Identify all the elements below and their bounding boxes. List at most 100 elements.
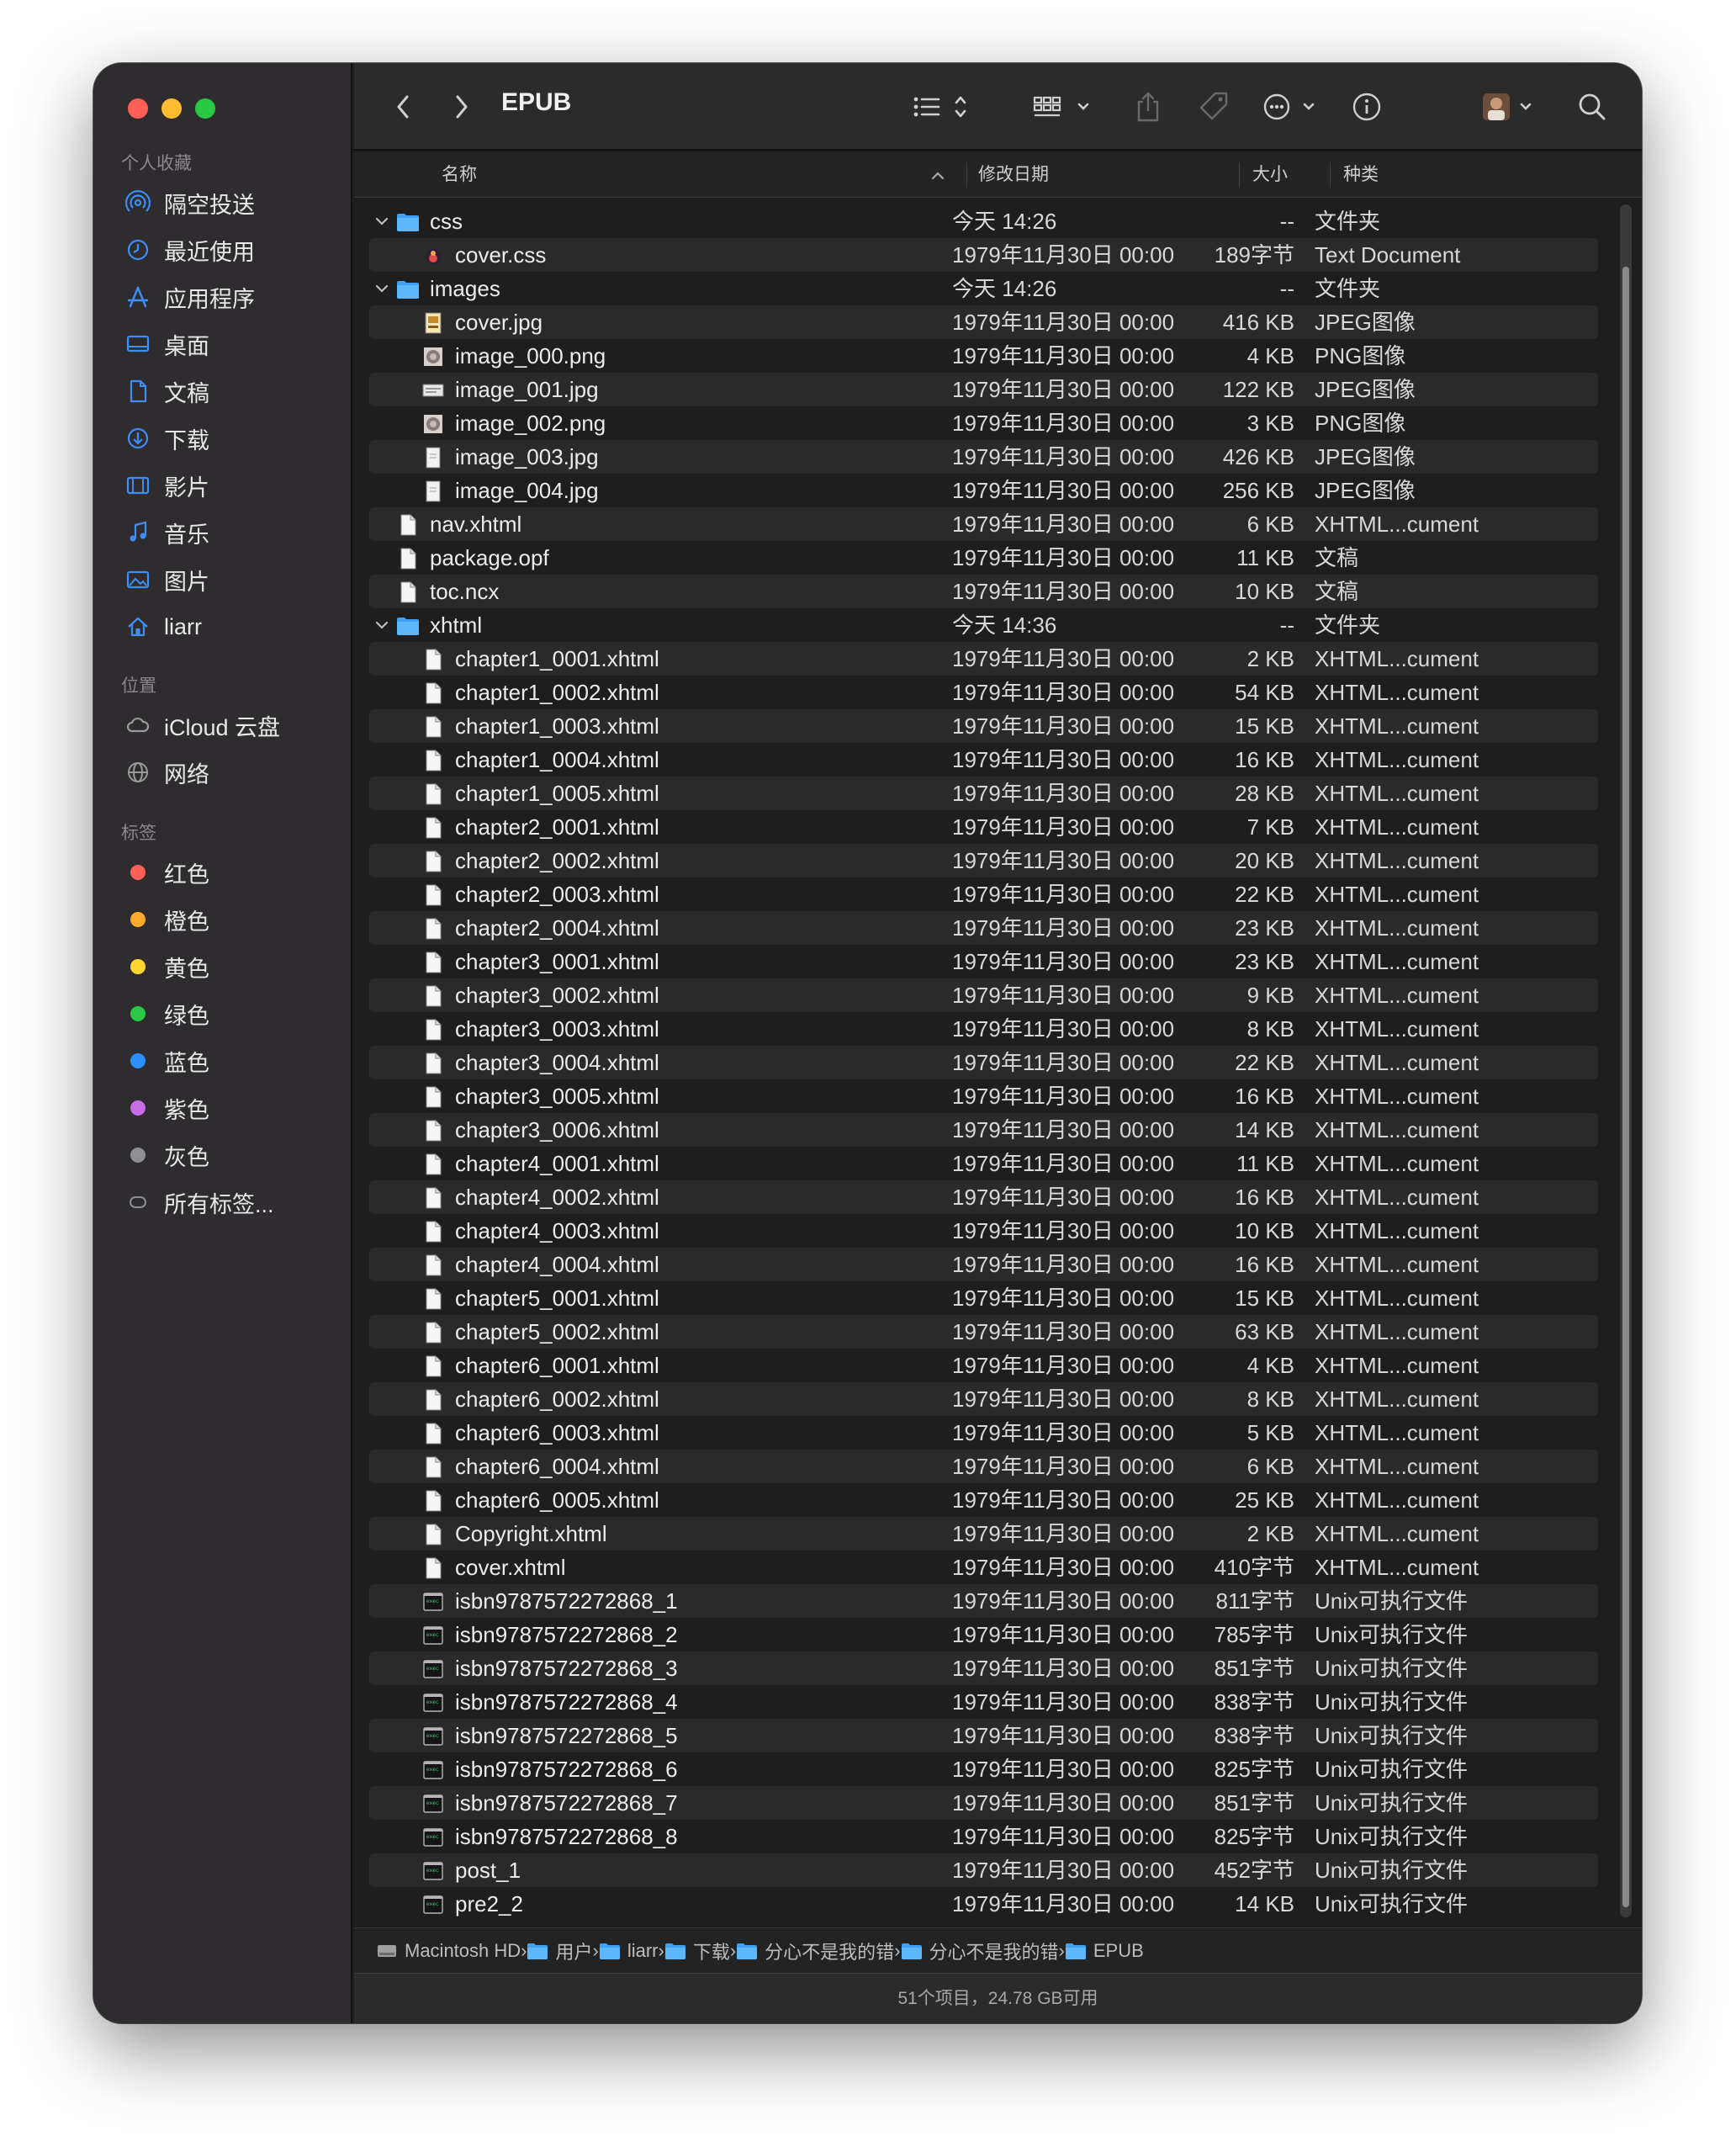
sidebar-item-tags-3[interactable]: 绿色 [93, 990, 351, 1037]
file-row[interactable]: package.opf 1979年11月30日 00:00 11 KB 文稿 [369, 541, 1598, 575]
file-row[interactable]: exec post_1 1979年11月30日 00:00 452字节 Unix可执行文… [369, 1853, 1598, 1887]
file-row[interactable]: exec isbn9787572272868_6 1979年11月30日 00:00… [369, 1752, 1598, 1786]
close-button[interactable] [128, 98, 148, 119]
file-row[interactable]: chapter5_0002.xhtml 1979年11月30日 00:00 63 K… [369, 1315, 1598, 1349]
column-divider[interactable] [1330, 162, 1331, 188]
file-row[interactable]: chapter2_0001.xhtml 1979年11月30日 00:00 7 KB… [369, 810, 1598, 844]
sidebar-item-tags-1[interactable]: 橙色 [93, 896, 351, 943]
file-row[interactable]: cover.jpg 1979年11月30日 00:00 416 KB JPEG图像 [369, 305, 1598, 339]
sidebar-item-tags-4[interactable]: 蓝色 [93, 1037, 351, 1084]
back-button[interactable] [386, 86, 420, 128]
file-row[interactable]: image_003.jpg 1979年11月30日 00:00 426 KB JPEG… [369, 440, 1598, 474]
sidebar-item-favorites-7[interactable]: 音乐 [93, 509, 351, 556]
file-row[interactable]: chapter5_0001.xhtml 1979年11月30日 00:00 15 K… [369, 1281, 1598, 1315]
disclosure-chevron-icon[interactable] [373, 204, 391, 238]
file-row[interactable]: image_002.png 1979年11月30日 00:00 3 KB PNG图像 [369, 406, 1598, 440]
file-row[interactable]: exec isbn9787572272868_4 1979年11月30日 00:00… [369, 1685, 1598, 1719]
disclosure-chevron-icon[interactable] [373, 272, 391, 305]
file-row[interactable]: chapter6_0005.xhtml 1979年11月30日 00:00 25 K… [369, 1483, 1598, 1517]
sidebar-item-tags-0[interactable]: 红色 [93, 849, 351, 896]
path-crumb[interactable]: 分心不是我的错 [901, 1938, 1059, 1964]
file-row[interactable]: cover.css 1979年11月30日 00:00 189字节 Text Docu… [369, 238, 1598, 272]
file-row[interactable]: cover.xhtml 1979年11月30日 00:00 410字节 XHTML..… [369, 1551, 1598, 1584]
column-date[interactable]: 修改日期 [978, 152, 1049, 198]
tag-button[interactable] [1195, 86, 1232, 128]
file-row[interactable]: exec isbn9787572272868_7 1979年11月30日 00:00… [369, 1786, 1598, 1820]
file-row[interactable]: exec pre2_2 1979年11月30日 00:00 14 KB Unix可执行文… [369, 1887, 1598, 1921]
file-row[interactable]: chapter2_0002.xhtml 1979年11月30日 00:00 20 K… [369, 844, 1598, 877]
sidebar-item-favorites-9[interactable]: liarr [93, 603, 351, 650]
sidebar-item-favorites-4[interactable]: 文稿 [93, 368, 351, 415]
sidebar-item-favorites-2[interactable]: 应用程序 [93, 273, 351, 321]
file-row[interactable]: chapter6_0002.xhtml 1979年11月30日 00:00 8 KB… [369, 1382, 1598, 1416]
file-row[interactable]: chapter6_0004.xhtml 1979年11月30日 00:00 6 KB… [369, 1450, 1598, 1483]
file-row[interactable]: toc.ncx 1979年11月30日 00:00 10 KB 文稿 [369, 575, 1598, 608]
folder-row[interactable]: css 今天 14:26 -- 文件夹 [369, 204, 1598, 238]
sidebar-item-favorites-0[interactable]: 隔空投送 [93, 179, 351, 226]
file-row[interactable]: nav.xhtml 1979年11月30日 00:00 6 KB XHTML...cu… [369, 507, 1598, 541]
file-row[interactable]: image_004.jpg 1979年11月30日 00:00 256 KB JPEG… [369, 474, 1598, 507]
file-row[interactable]: chapter4_0002.xhtml 1979年11月30日 00:00 16 K… [369, 1180, 1598, 1214]
action-button[interactable] [1262, 86, 1325, 128]
scroll-thumb[interactable] [1622, 267, 1629, 1907]
sidebar-item-locations-0[interactable]: iCloud 云盘 [93, 702, 351, 749]
path-crumb[interactable]: EPUB [1065, 1940, 1144, 1962]
folder-row[interactable]: images 今天 14:26 -- 文件夹 [369, 272, 1598, 305]
file-row[interactable]: exec isbn9787572272868_5 1979年11月30日 00:00… [369, 1719, 1598, 1752]
sidebar-item-favorites-8[interactable]: 图片 [93, 556, 351, 603]
disclosure-chevron-icon[interactable] [373, 608, 391, 642]
file-row[interactable]: chapter4_0004.xhtml 1979年11月30日 00:00 16 K… [369, 1248, 1598, 1281]
vertical-scrollbar[interactable] [1620, 204, 1632, 1917]
path-crumb[interactable]: liarr [599, 1940, 659, 1962]
column-name[interactable]: 名称 [442, 152, 477, 198]
share-button[interactable] [1131, 86, 1165, 128]
sidebar-item-favorites-1[interactable]: 最近使用 [93, 226, 351, 273]
file-row[interactable]: Copyright.xhtml 1979年11月30日 00:00 2 KB XHTM… [369, 1517, 1598, 1551]
search-button[interactable] [1575, 86, 1609, 128]
file-row[interactable]: chapter6_0001.xhtml 1979年11月30日 00:00 4 KB… [369, 1349, 1598, 1382]
file-row[interactable]: chapter2_0004.xhtml 1979年11月30日 00:00 23 K… [369, 911, 1598, 945]
sidebar-item-tags-6[interactable]: 灰色 [93, 1132, 351, 1179]
file-row[interactable]: chapter1_0004.xhtml 1979年11月30日 00:00 16 K… [369, 743, 1598, 777]
file-row[interactable]: chapter4_0003.xhtml 1979年11月30日 00:00 10 K… [369, 1214, 1598, 1248]
sidebar-item-favorites-5[interactable]: 下载 [93, 415, 351, 462]
file-row[interactable]: chapter4_0001.xhtml 1979年11月30日 00:00 11 K… [369, 1147, 1598, 1180]
profile-menu-button[interactable] [1481, 86, 1543, 128]
group-button[interactable] [1032, 86, 1096, 128]
sidebar-item-locations-1[interactable]: 网络 [93, 749, 351, 796]
sidebar-item-tags-7[interactable]: 所有标签... [93, 1179, 351, 1226]
file-row[interactable]: chapter3_0004.xhtml 1979年11月30日 00:00 22 K… [369, 1046, 1598, 1079]
path-crumb[interactable]: 下载 [664, 1938, 730, 1964]
file-row[interactable]: chapter3_0003.xhtml 1979年11月30日 00:00 8 KB… [369, 1012, 1598, 1046]
sidebar-item-favorites-6[interactable]: 影片 [93, 462, 351, 509]
path-crumb[interactable]: 分心不是我的错 [736, 1938, 894, 1964]
view-mode-button[interactable] [909, 86, 977, 128]
sidebar-item-tags-5[interactable]: 紫色 [93, 1084, 351, 1132]
file-row[interactable]: image_000.png 1979年11月30日 00:00 4 KB PNG图像 [369, 339, 1598, 373]
sidebar-item-favorites-3[interactable]: 桌面 [93, 321, 351, 368]
file-row[interactable]: image_001.jpg 1979年11月30日 00:00 122 KB JPEG… [369, 373, 1598, 406]
file-row[interactable]: chapter1_0001.xhtml 1979年11月30日 00:00 2 KB… [369, 642, 1598, 676]
column-kind[interactable]: 种类 [1343, 152, 1379, 198]
forward-button[interactable] [445, 86, 479, 128]
file-row[interactable]: exec isbn9787572272868_1 1979年11月30日 00:00… [369, 1584, 1598, 1618]
file-row[interactable]: chapter1_0002.xhtml 1979年11月30日 00:00 54 K… [369, 676, 1598, 709]
file-row[interactable]: chapter1_0005.xhtml 1979年11月30日 00:00 28 K… [369, 777, 1598, 810]
file-row[interactable]: chapter3_0005.xhtml 1979年11月30日 00:00 16 K… [369, 1079, 1598, 1113]
zoom-button[interactable] [195, 98, 215, 119]
file-row[interactable]: chapter3_0002.xhtml 1979年11月30日 00:00 9 KB… [369, 978, 1598, 1012]
info-button[interactable] [1350, 86, 1384, 128]
file-row[interactable]: chapter6_0003.xhtml 1979年11月30日 00:00 5 KB… [369, 1416, 1598, 1450]
column-size[interactable]: 大小 [1252, 152, 1288, 198]
file-row[interactable]: exec isbn9787572272868_8 1979年11月30日 00:00… [369, 1820, 1598, 1853]
minimize-button[interactable] [161, 98, 182, 119]
path-crumb[interactable]: Macintosh HD [376, 1940, 521, 1962]
column-divider[interactable] [966, 162, 967, 188]
sidebar-item-tags-2[interactable]: 黄色 [93, 943, 351, 990]
column-divider[interactable] [1239, 162, 1240, 188]
file-row[interactable]: chapter2_0003.xhtml 1979年11月30日 00:00 22 K… [369, 877, 1598, 911]
folder-row[interactable]: xhtml 今天 14:36 -- 文件夹 [369, 608, 1598, 642]
file-row[interactable]: chapter3_0006.xhtml 1979年11月30日 00:00 14 K… [369, 1113, 1598, 1147]
file-row[interactable]: exec isbn9787572272868_2 1979年11月30日 00:00… [369, 1618, 1598, 1651]
file-row[interactable]: chapter1_0003.xhtml 1979年11月30日 00:00 15 K… [369, 709, 1598, 743]
